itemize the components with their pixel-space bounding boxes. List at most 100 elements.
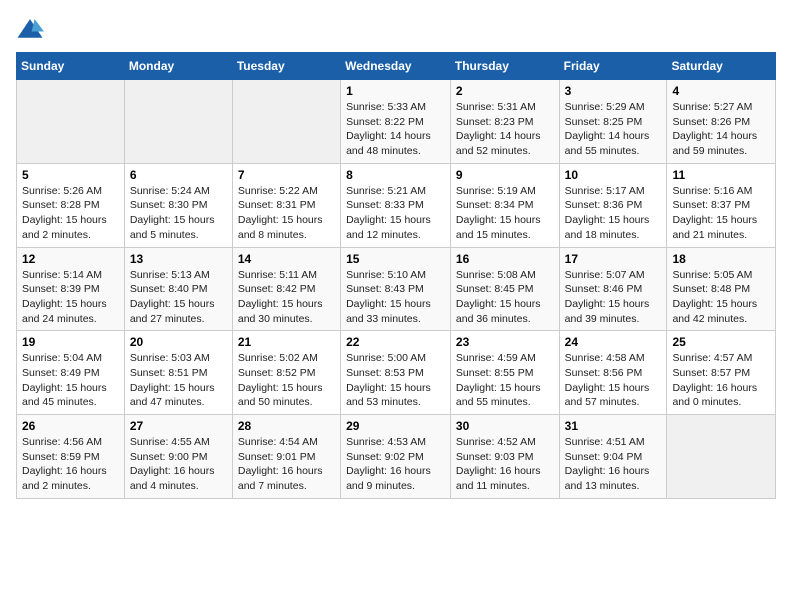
- cell-info: Sunrise: 5:00 AM: [346, 351, 445, 366]
- cell-info: Daylight: 15 hours and 12 minutes.: [346, 213, 445, 242]
- cell-info: Daylight: 16 hours and 9 minutes.: [346, 464, 445, 493]
- calendar-cell: 26Sunrise: 4:56 AMSunset: 8:59 PMDayligh…: [17, 415, 125, 499]
- calendar-cell: 22Sunrise: 5:00 AMSunset: 8:53 PMDayligh…: [341, 331, 451, 415]
- cell-info: Sunset: 9:00 PM: [130, 450, 227, 465]
- cell-info: Sunrise: 4:55 AM: [130, 435, 227, 450]
- cell-info: Daylight: 15 hours and 55 minutes.: [456, 381, 554, 410]
- header-saturday: Saturday: [667, 53, 776, 80]
- calendar-cell: 29Sunrise: 4:53 AMSunset: 9:02 PMDayligh…: [341, 415, 451, 499]
- cell-info: Sunrise: 4:51 AM: [565, 435, 662, 450]
- cell-info: Sunrise: 5:03 AM: [130, 351, 227, 366]
- cell-info: Daylight: 15 hours and 53 minutes.: [346, 381, 445, 410]
- cell-info: Sunset: 8:25 PM: [565, 115, 662, 130]
- day-number: 31: [565, 419, 662, 433]
- day-number: 9: [456, 168, 554, 182]
- cell-info: Sunrise: 5:05 AM: [672, 268, 770, 283]
- logo: [16, 16, 48, 44]
- cell-info: Daylight: 15 hours and 8 minutes.: [238, 213, 335, 242]
- day-number: 13: [130, 252, 227, 266]
- header-wednesday: Wednesday: [341, 53, 451, 80]
- cell-info: Daylight: 16 hours and 4 minutes.: [130, 464, 227, 493]
- cell-info: Daylight: 15 hours and 42 minutes.: [672, 297, 770, 326]
- calendar-cell: [124, 80, 232, 164]
- week-row-0: 1Sunrise: 5:33 AMSunset: 8:22 PMDaylight…: [17, 80, 776, 164]
- calendar-cell: 27Sunrise: 4:55 AMSunset: 9:00 PMDayligh…: [124, 415, 232, 499]
- cell-info: Sunrise: 5:33 AM: [346, 100, 445, 115]
- day-number: 2: [456, 84, 554, 98]
- cell-info: Sunrise: 5:08 AM: [456, 268, 554, 283]
- cell-info: Sunrise: 4:53 AM: [346, 435, 445, 450]
- calendar-cell: 1Sunrise: 5:33 AMSunset: 8:22 PMDaylight…: [341, 80, 451, 164]
- cell-info: Daylight: 16 hours and 0 minutes.: [672, 381, 770, 410]
- calendar-cell: 12Sunrise: 5:14 AMSunset: 8:39 PMDayligh…: [17, 247, 125, 331]
- calendar-cell: 9Sunrise: 5:19 AMSunset: 8:34 PMDaylight…: [450, 163, 559, 247]
- calendar-cell: 14Sunrise: 5:11 AMSunset: 8:42 PMDayligh…: [232, 247, 340, 331]
- day-number: 19: [22, 335, 119, 349]
- calendar-cell: 6Sunrise: 5:24 AMSunset: 8:30 PMDaylight…: [124, 163, 232, 247]
- cell-info: Daylight: 15 hours and 33 minutes.: [346, 297, 445, 326]
- day-number: 10: [565, 168, 662, 182]
- cell-info: Sunrise: 5:10 AM: [346, 268, 445, 283]
- cell-info: Sunset: 9:02 PM: [346, 450, 445, 465]
- cell-info: Sunset: 8:28 PM: [22, 198, 119, 213]
- calendar-table: SundayMondayTuesdayWednesdayThursdayFrid…: [16, 52, 776, 499]
- cell-info: Sunset: 8:43 PM: [346, 282, 445, 297]
- cell-info: Daylight: 15 hours and 39 minutes.: [565, 297, 662, 326]
- cell-info: Sunset: 8:42 PM: [238, 282, 335, 297]
- cell-info: Daylight: 14 hours and 52 minutes.: [456, 129, 554, 158]
- cell-info: Sunrise: 5:11 AM: [238, 268, 335, 283]
- day-number: 7: [238, 168, 335, 182]
- day-number: 17: [565, 252, 662, 266]
- week-row-2: 12Sunrise: 5:14 AMSunset: 8:39 PMDayligh…: [17, 247, 776, 331]
- cell-info: Sunrise: 4:57 AM: [672, 351, 770, 366]
- cell-info: Sunset: 8:26 PM: [672, 115, 770, 130]
- cell-info: Daylight: 15 hours and 18 minutes.: [565, 213, 662, 242]
- calendar-cell: 7Sunrise: 5:22 AMSunset: 8:31 PMDaylight…: [232, 163, 340, 247]
- cell-info: Sunrise: 5:26 AM: [22, 184, 119, 199]
- cell-info: Daylight: 16 hours and 7 minutes.: [238, 464, 335, 493]
- cell-info: Sunrise: 4:52 AM: [456, 435, 554, 450]
- cell-info: Daylight: 15 hours and 2 minutes.: [22, 213, 119, 242]
- day-number: 11: [672, 168, 770, 182]
- cell-info: Sunset: 8:39 PM: [22, 282, 119, 297]
- calendar-cell: 16Sunrise: 5:08 AMSunset: 8:45 PMDayligh…: [450, 247, 559, 331]
- cell-info: Sunrise: 5:22 AM: [238, 184, 335, 199]
- cell-info: Sunset: 8:46 PM: [565, 282, 662, 297]
- day-number: 3: [565, 84, 662, 98]
- calendar-cell: 24Sunrise: 4:58 AMSunset: 8:56 PMDayligh…: [559, 331, 667, 415]
- cell-info: Daylight: 15 hours and 36 minutes.: [456, 297, 554, 326]
- day-number: 24: [565, 335, 662, 349]
- cell-info: Sunset: 8:49 PM: [22, 366, 119, 381]
- cell-info: Daylight: 15 hours and 50 minutes.: [238, 381, 335, 410]
- cell-info: Sunset: 8:59 PM: [22, 450, 119, 465]
- cell-info: Daylight: 16 hours and 2 minutes.: [22, 464, 119, 493]
- day-number: 8: [346, 168, 445, 182]
- cell-info: Sunset: 8:51 PM: [130, 366, 227, 381]
- cell-info: Sunset: 8:45 PM: [456, 282, 554, 297]
- cell-info: Daylight: 16 hours and 11 minutes.: [456, 464, 554, 493]
- calendar-cell: 15Sunrise: 5:10 AMSunset: 8:43 PMDayligh…: [341, 247, 451, 331]
- cell-info: Daylight: 15 hours and 15 minutes.: [456, 213, 554, 242]
- calendar-cell: 25Sunrise: 4:57 AMSunset: 8:57 PMDayligh…: [667, 331, 776, 415]
- header-monday: Monday: [124, 53, 232, 80]
- day-number: 18: [672, 252, 770, 266]
- cell-info: Sunrise: 5:31 AM: [456, 100, 554, 115]
- cell-info: Sunset: 8:57 PM: [672, 366, 770, 381]
- week-row-1: 5Sunrise: 5:26 AMSunset: 8:28 PMDaylight…: [17, 163, 776, 247]
- day-number: 22: [346, 335, 445, 349]
- cell-info: Sunset: 8:56 PM: [565, 366, 662, 381]
- cell-info: Daylight: 15 hours and 5 minutes.: [130, 213, 227, 242]
- cell-info: Sunrise: 5:14 AM: [22, 268, 119, 283]
- cell-info: Sunset: 8:23 PM: [456, 115, 554, 130]
- day-number: 1: [346, 84, 445, 98]
- calendar-cell: 23Sunrise: 4:59 AMSunset: 8:55 PMDayligh…: [450, 331, 559, 415]
- calendar-cell: 2 Sunrise: 5:31 AMSunset: 8:23 PMDaylight…: [450, 80, 559, 164]
- cell-info: Sunrise: 5:07 AM: [565, 268, 662, 283]
- cell-info: Sunset: 8:40 PM: [130, 282, 227, 297]
- cell-info: Sunrise: 5:04 AM: [22, 351, 119, 366]
- cell-info: Sunset: 8:36 PM: [565, 198, 662, 213]
- calendar-cell: 30Sunrise: 4:52 AMSunset: 9:03 PMDayligh…: [450, 415, 559, 499]
- calendar-cell: 3Sunrise: 5:29 AMSunset: 8:25 PMDaylight…: [559, 80, 667, 164]
- calendar-cell: 31Sunrise: 4:51 AMSunset: 9:04 PMDayligh…: [559, 415, 667, 499]
- logo-icon: [16, 16, 44, 44]
